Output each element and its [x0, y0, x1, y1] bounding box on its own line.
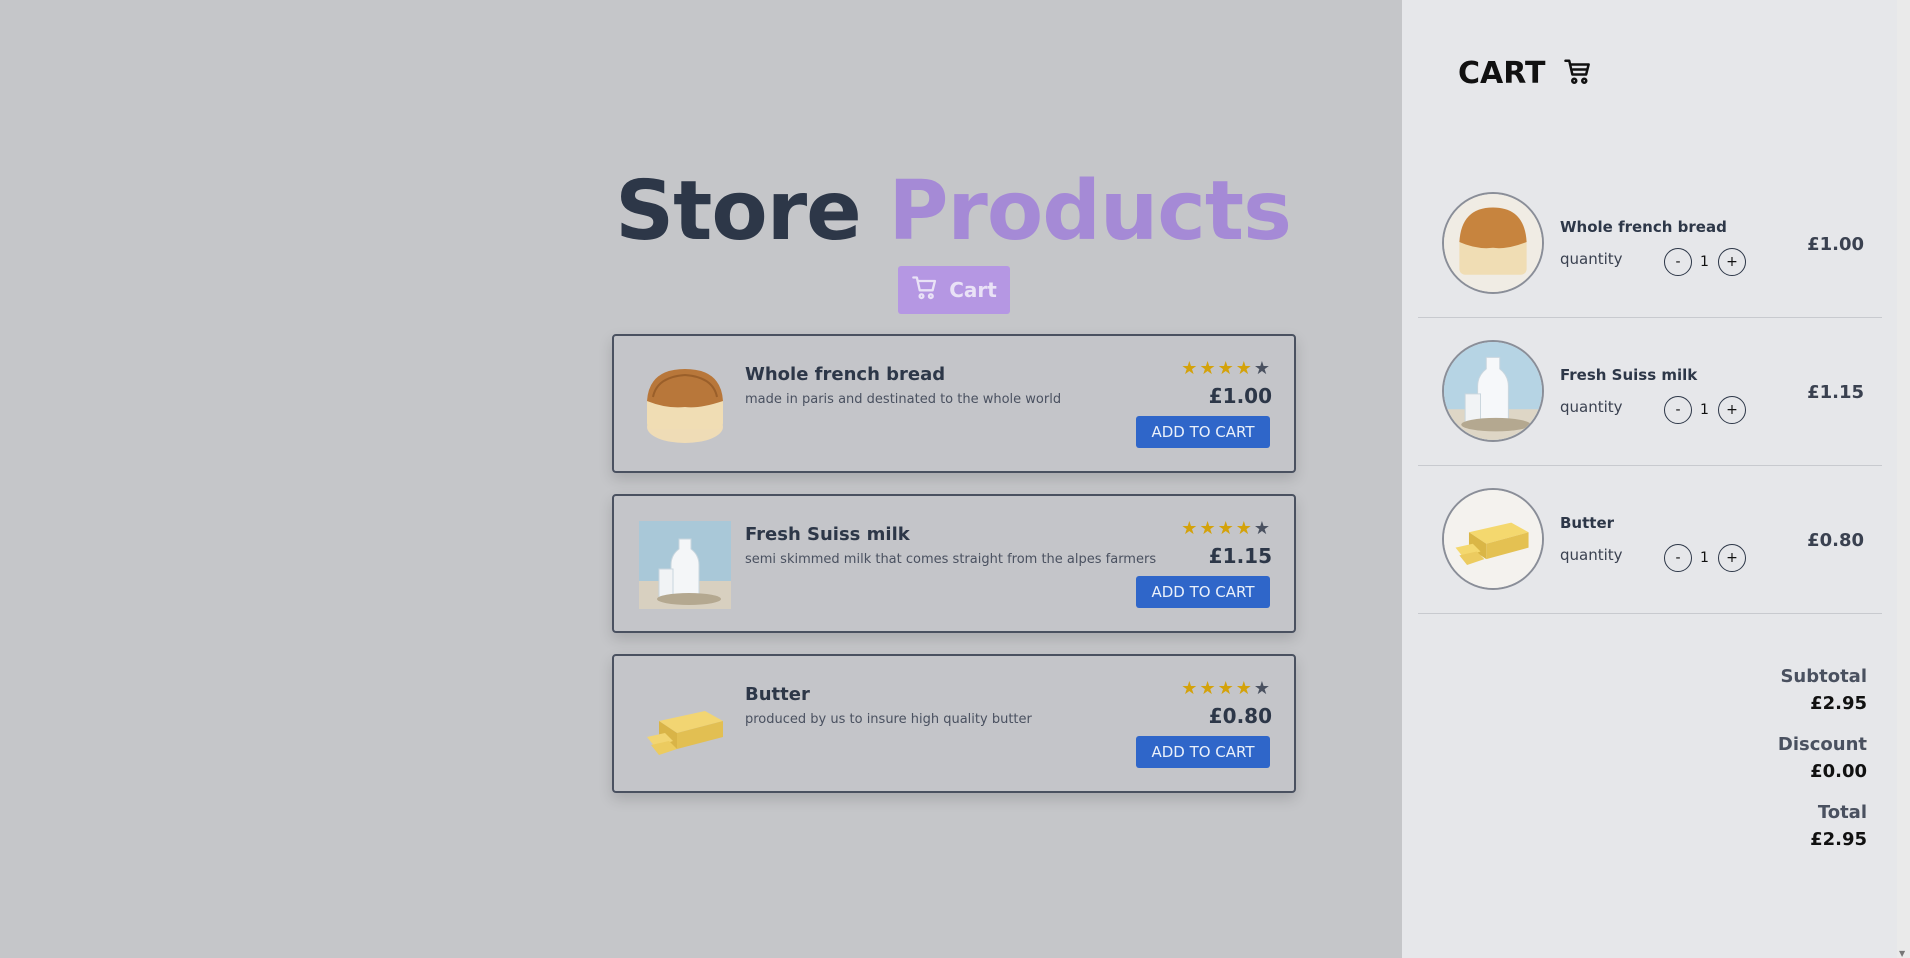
discount-label: Discount	[1777, 734, 1867, 755]
star-icon: ★	[1253, 518, 1270, 539]
decrease-quantity-button[interactable]: -	[1664, 544, 1692, 572]
scroll-down-icon[interactable]: ▼	[1899, 949, 1905, 958]
increase-quantity-button[interactable]: +	[1718, 248, 1746, 276]
total-value: £2.95	[1810, 829, 1867, 850]
star-icon: ★	[1235, 358, 1252, 379]
quantity-label: quantity	[1560, 250, 1623, 268]
quantity-value: 1	[1700, 402, 1709, 418]
cart-drawer: CART Whole french bread quantity - 1 + £…	[1402, 0, 1897, 958]
star-icon: ★	[1217, 678, 1234, 699]
increase-quantity-button[interactable]: +	[1718, 396, 1746, 424]
cart-title: CART	[1458, 56, 1546, 91]
product-card: Fresh Suiss milk semi skimmed milk that …	[612, 494, 1296, 633]
star-icon: ★	[1253, 678, 1270, 699]
quantity-value: 1	[1700, 550, 1709, 566]
bread-image	[639, 361, 731, 449]
product-card: Butter produced by us to insure high qua…	[612, 654, 1296, 793]
star-icon: ★	[1181, 678, 1198, 699]
star-icon: ★	[1235, 518, 1252, 539]
total-block: Total £2.95	[1810, 802, 1867, 850]
add-to-cart-button[interactable]: ADD TO CART	[1136, 576, 1270, 608]
cart-item-name: Fresh Suiss milk	[1560, 366, 1698, 384]
cart-item-price: £1.15	[1807, 382, 1864, 403]
discount-block: Discount £0.00	[1778, 734, 1867, 782]
product-price: £1.15	[1208, 544, 1272, 568]
open-cart-label: Cart	[949, 278, 997, 302]
product-name: Butter	[745, 684, 810, 705]
milk-image	[639, 521, 731, 609]
subtotal-label: Subtotal	[1780, 666, 1867, 687]
butter-image	[639, 681, 731, 769]
product-description: produced by us to insure high quality bu…	[745, 712, 1032, 727]
product-rating: ★ ★ ★ ★ ★	[1181, 518, 1270, 539]
product-description: made in paris and destinated to the whol…	[745, 392, 1062, 407]
store-section	[0, 0, 1402, 958]
cart-item-price: £0.80	[1807, 530, 1864, 551]
quantity-label: quantity	[1560, 398, 1623, 416]
subtotal-block: Subtotal £2.95	[1780, 666, 1867, 714]
total-label: Total	[1817, 802, 1867, 823]
star-icon: ★	[1181, 358, 1198, 379]
star-icon: ★	[1181, 518, 1198, 539]
star-icon: ★	[1253, 358, 1270, 379]
quantity-value: 1	[1700, 254, 1709, 270]
cart-icon	[1563, 57, 1593, 91]
open-cart-button[interactable]: Cart	[898, 266, 1010, 314]
cart-icon	[911, 274, 939, 307]
product-name: Fresh Suiss milk	[745, 524, 910, 545]
cart-item: Fresh Suiss milk quantity - 1 + £1.15	[1418, 318, 1882, 466]
product-description: semi skimmed milk that comes straight fr…	[745, 552, 1157, 567]
cart-item-name: Whole french bread	[1560, 218, 1727, 236]
subtotal-value: £2.95	[1810, 693, 1867, 714]
star-icon: ★	[1235, 678, 1252, 699]
star-icon: ★	[1199, 358, 1216, 379]
decrease-quantity-button[interactable]: -	[1664, 396, 1692, 424]
star-icon: ★	[1199, 518, 1216, 539]
cart-item: Whole french bread quantity - 1 + £1.00	[1418, 170, 1882, 318]
decrease-quantity-button[interactable]: -	[1664, 248, 1692, 276]
bread-image	[1442, 192, 1544, 294]
butter-image	[1442, 488, 1544, 590]
star-icon: ★	[1199, 678, 1216, 699]
star-icon: ★	[1217, 518, 1234, 539]
product-rating: ★ ★ ★ ★ ★	[1181, 678, 1270, 699]
cart-item-name: Butter	[1560, 514, 1615, 532]
product-card: Whole french bread made in paris and des…	[612, 334, 1296, 473]
product-rating: ★ ★ ★ ★ ★	[1181, 358, 1270, 379]
star-icon: ★	[1217, 358, 1234, 379]
add-to-cart-button[interactable]: ADD TO CART	[1136, 736, 1270, 768]
increase-quantity-button[interactable]: +	[1718, 544, 1746, 572]
cart-item-price: £1.00	[1807, 234, 1864, 255]
cart-item: Butter quantity - 1 + £0.80	[1418, 466, 1882, 614]
milk-image	[1442, 340, 1544, 442]
product-price: £0.80	[1208, 704, 1272, 728]
quantity-label: quantity	[1560, 546, 1623, 564]
cart-header: CART	[1458, 56, 1593, 91]
product-price: £1.00	[1208, 384, 1272, 408]
scrollbar[interactable]: ▼	[1897, 0, 1910, 958]
title-products: Products	[888, 164, 1292, 259]
discount-value: £0.00	[1810, 761, 1867, 782]
title-store: Store	[615, 164, 862, 259]
add-to-cart-button[interactable]: ADD TO CART	[1136, 416, 1270, 448]
product-name: Whole french bread	[745, 364, 946, 385]
